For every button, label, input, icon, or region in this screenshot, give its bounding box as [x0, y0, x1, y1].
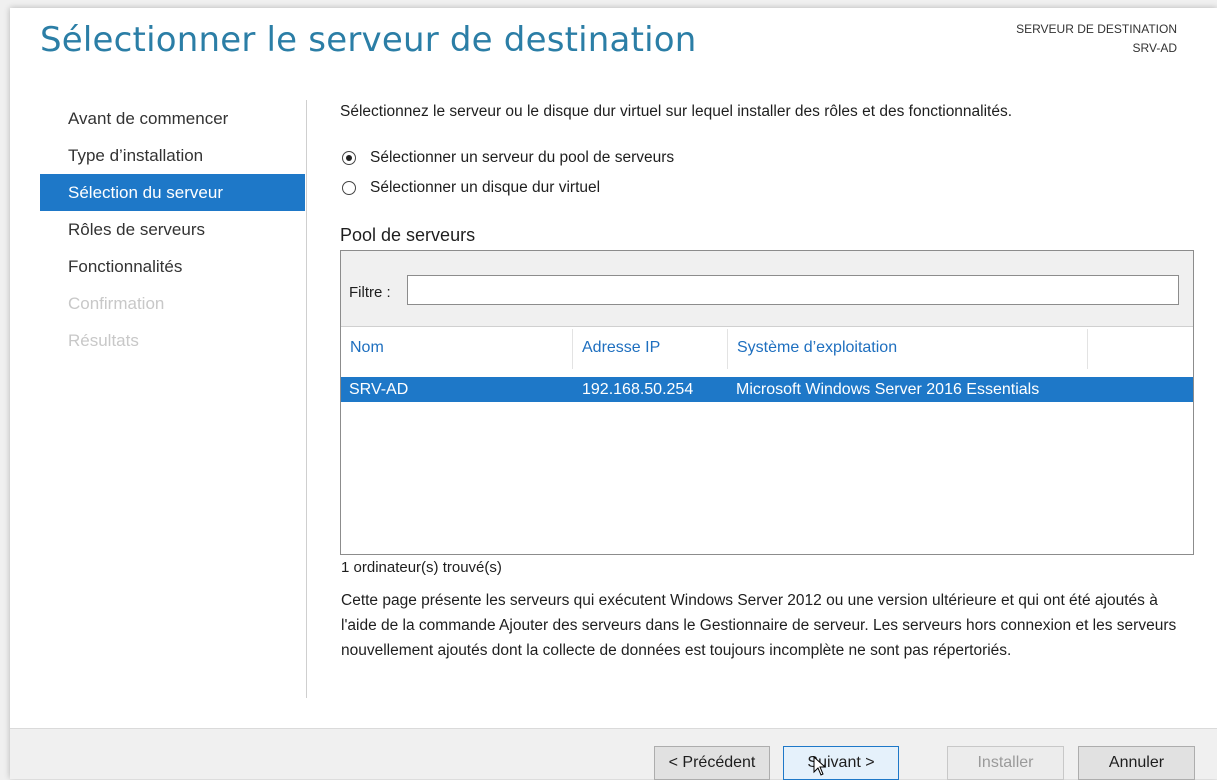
cancel-button[interactable]: Annuler [1078, 746, 1195, 780]
wizard-window: Sélectionner le serveur de destination S… [10, 8, 1217, 780]
nav-divider [306, 100, 307, 698]
nav-item-selection-serveur[interactable]: Sélection du serveur [40, 174, 305, 211]
wizard-footer: < Précédent Suivant > Installer Annuler [10, 728, 1217, 780]
wizard-nav: Avant de commencer Type d’installation S… [40, 100, 305, 359]
radio-unselected-icon[interactable] [342, 181, 356, 195]
cell-ip: 192.168.50.254 [582, 381, 694, 398]
nav-item-type-installation[interactable]: Type d’installation [40, 137, 305, 174]
nav-item-roles-serveurs[interactable]: Rôles de serveurs [40, 211, 305, 248]
mouse-cursor-icon [813, 756, 827, 776]
previous-button[interactable]: < Précédent [654, 746, 770, 780]
column-header-adresse-ip[interactable]: Adresse IP [573, 329, 728, 369]
filter-bar: Filtre : [341, 251, 1193, 327]
nav-item-confirmation: Confirmation [68, 294, 165, 313]
nav-item-avant-de-commencer[interactable]: Avant de commencer [40, 100, 305, 137]
radio-option-vhd[interactable]: Sélectionner un disque dur virtuel [342, 179, 600, 197]
column-header-systeme[interactable]: Système d’exploitation [728, 329, 1088, 369]
column-header-nom[interactable]: Nom [341, 329, 573, 369]
install-button: Installer [947, 746, 1064, 780]
result-count: 1 ordinateur(s) trouvé(s) [341, 559, 502, 576]
nav-item-fonctionnalites[interactable]: Fonctionnalités [40, 248, 305, 285]
page-title: Sélectionner le serveur de destination [40, 20, 697, 60]
cell-name: SRV-AD [349, 381, 409, 398]
radio-selected-icon[interactable] [342, 151, 356, 165]
intro-text: Sélectionnez le serveur ou le disque dur… [340, 103, 1013, 120]
next-button[interactable]: Suivant > [783, 746, 899, 780]
radio-option-pool-label: Sélectionner un serveur du pool de serve… [370, 149, 675, 166]
server-pool: Filtre : Nom Adresse IP Système d’exploi… [340, 250, 1194, 555]
destination-server: SERVEUR DE DESTINATION SRV-AD [1016, 20, 1177, 58]
description-text: Cette page présente les serveurs qui exé… [341, 592, 1177, 659]
destination-value: SRV-AD [1132, 41, 1177, 55]
filter-label: Filtre : [349, 284, 391, 301]
destination-label: SERVEUR DE DESTINATION [1016, 22, 1177, 36]
nav-item-resultats: Résultats [68, 331, 139, 350]
filter-input[interactable] [407, 275, 1179, 305]
radio-option-pool[interactable]: Sélectionner un serveur du pool de serve… [342, 149, 674, 167]
pool-label: Pool de serveurs [340, 225, 476, 245]
radio-option-vhd-label: Sélectionner un disque dur virtuel [370, 179, 601, 196]
table-header: Nom Adresse IP Système d’exploitation [341, 329, 1193, 369]
table-row[interactable]: SRV-AD 192.168.50.254 Microsoft Windows … [341, 377, 1193, 402]
cell-os: Microsoft Windows Server 2016 Essentials [736, 381, 1040, 398]
